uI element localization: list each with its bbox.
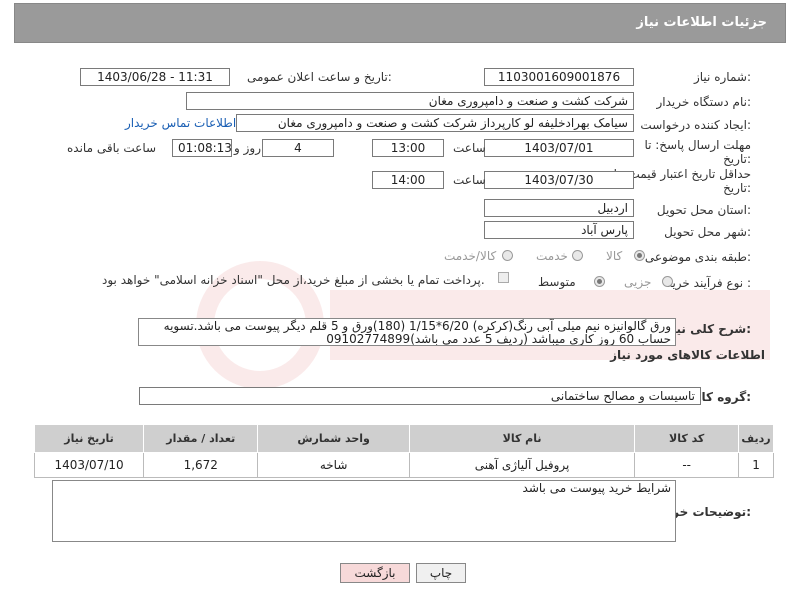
description-textarea: ورق گالوانیزه نیم میلی آبی رنگ(کرکره) 6/…	[138, 318, 676, 346]
remaining-time-field: 01:08:13	[172, 139, 232, 157]
announce-field: 1403/06/28 - 11:31	[80, 68, 230, 86]
col-code: کد کالا	[634, 424, 740, 453]
goods-info-title: اطلاعات کالاهای مورد نیاز	[610, 348, 765, 362]
reply-deadline-label: مهلت ارسال پاسخ: تا	[644, 138, 751, 152]
purchase-type-label: نوع فرآیند خرید :	[666, 276, 751, 290]
need-number-field: 1103001609001876	[484, 68, 634, 86]
category-label: طبقه بندی موضوعی:	[644, 250, 751, 264]
items-table: ردیف کد کالا نام کالا واحد شمارش تعداد /…	[33, 424, 774, 478]
col-name: نام کالا	[408, 424, 636, 453]
payment-note: پرداخت تمام یا بخشی از مبلغ خرید،از محل …	[102, 273, 485, 287]
province-label: استان محل تحویل:	[656, 203, 751, 217]
cell-row: 1	[738, 452, 774, 478]
cell-name: پروفیل آلیاژی آهنی	[408, 452, 636, 478]
category-goods-label: کالا	[606, 249, 623, 263]
price-validity-label: حداقل تاریخ اعتبار قیمت: تا	[613, 167, 751, 181]
col-unit: واحد شمارش	[257, 424, 410, 453]
remaining-label: ساعت باقی مانده	[67, 141, 157, 155]
need-number-label: شماره نیاز:	[693, 70, 751, 84]
province-field: اردبیل	[484, 199, 634, 217]
page-title: جزئیات اطلاعات نیاز	[636, 15, 767, 30]
col-row: ردیف	[738, 424, 774, 453]
cell-date: 1403/07/10	[33, 452, 145, 478]
contact-buyer-link[interactable]: اطلاعات تماس خریدار	[125, 116, 236, 130]
panel-header: جزئیات اطلاعات نیاز	[14, 3, 786, 43]
purchase-minor-radio[interactable]	[662, 276, 673, 287]
table-row[interactable]: 1 -- پروفیل آلیاژی آهنی شاخه 1,672 1403/…	[33, 452, 774, 478]
category-goods-radio[interactable]	[634, 250, 645, 261]
col-date: تاریخ نیاز	[33, 424, 145, 453]
buyer-notes-textarea: شرایط خرید پیوست می باشد	[52, 480, 676, 542]
city-field: پارس آباد	[484, 221, 634, 239]
category-service-radio[interactable]	[572, 250, 583, 261]
reply-time-label: ساعت	[453, 141, 486, 155]
days-remaining-field: 4	[262, 139, 334, 157]
reply-date-field: 1403/07/01	[484, 139, 634, 157]
col-qty: تعداد / مقدار	[143, 424, 259, 453]
price-time-field: 14:00	[372, 171, 444, 189]
goods-group-field: تاسیسات و مصالح ساختمانی	[139, 387, 701, 405]
table-header-row: ردیف کد کالا نام کالا واحد شمارش تعداد /…	[33, 424, 774, 453]
buyer-org-label: نام دستگاه خریدار:	[656, 95, 752, 109]
description-label: شرح کلی نیاز:	[665, 322, 751, 336]
price-date-field: 1403/07/30	[484, 171, 634, 189]
purchase-minor-label: جزیی	[624, 275, 652, 289]
reply-deadline-label-date: تاریخ:	[723, 152, 751, 166]
print-button[interactable]: چاپ	[416, 563, 466, 583]
creator-label: ایجاد کننده درخواست:	[640, 118, 751, 132]
category-service-label: خدمت	[536, 249, 568, 263]
cell-code: --	[634, 452, 740, 478]
buyer-org-field: شرکت کشت و صنعت و دامپروری مغان	[186, 92, 634, 110]
city-label: شهر محل تحویل:	[664, 225, 751, 239]
goods-group-label: گروه کالا:	[692, 390, 751, 404]
category-both-label: کالا/خدمت	[444, 249, 497, 263]
price-time-label: ساعت	[453, 173, 486, 187]
reply-time-field: 13:00	[372, 139, 444, 157]
days-label: روز و	[234, 141, 261, 155]
creator-field: سیامک بهرادخلیفه لو کارپرداز شرکت کشت و …	[236, 114, 634, 132]
category-both-radio[interactable]	[502, 250, 513, 261]
treasury-checkbox[interactable]	[498, 272, 509, 283]
cell-qty: 1,672	[143, 452, 259, 478]
purchase-medium-radio[interactable]	[594, 276, 605, 287]
price-validity-label-date: تاریخ:	[723, 181, 751, 195]
cell-unit: شاخه	[257, 452, 410, 478]
purchase-medium-label: متوسط	[538, 275, 576, 289]
back-button[interactable]: بازگشت	[340, 563, 410, 583]
announce-label: تاریخ و ساعت اعلان عمومی:	[247, 70, 392, 84]
